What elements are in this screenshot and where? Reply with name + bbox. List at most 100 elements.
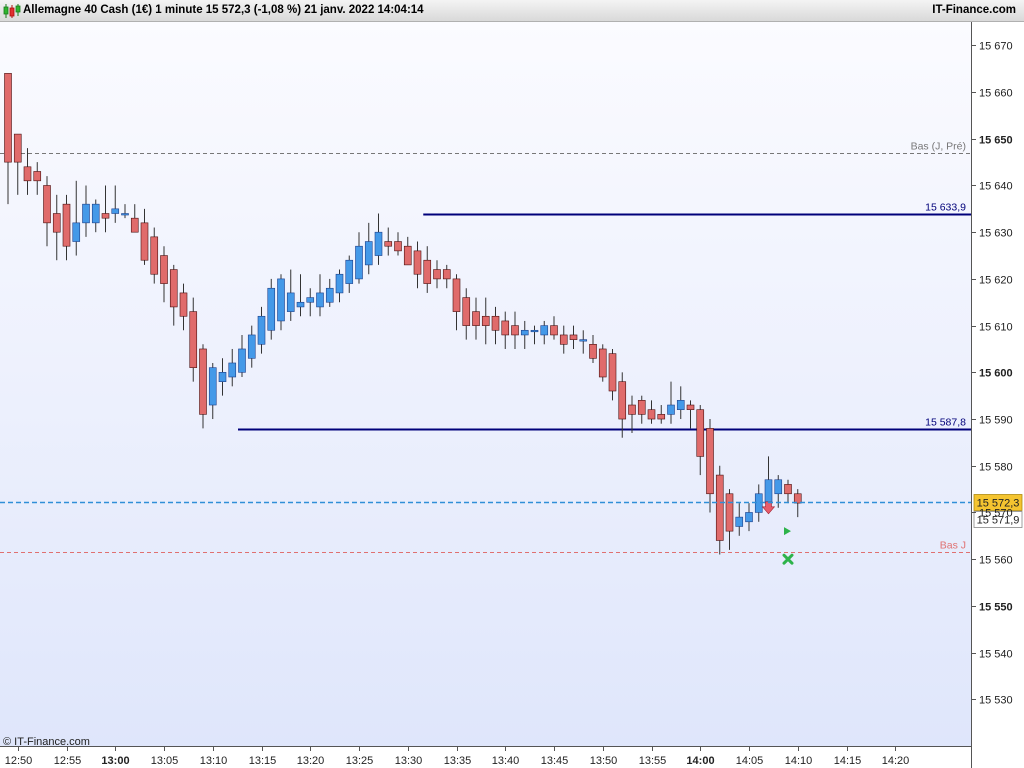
candle-body bbox=[442, 269, 451, 280]
candle-body bbox=[208, 367, 217, 406]
x-tick-label: 12:50 bbox=[5, 755, 33, 767]
x-tick-label: 13:40 bbox=[492, 755, 520, 767]
x-tick-label: 13:30 bbox=[395, 755, 423, 767]
candle-body bbox=[345, 259, 354, 284]
x-tick-label: 13:15 bbox=[249, 755, 277, 767]
candle-body bbox=[169, 269, 178, 308]
candle-body bbox=[325, 287, 334, 303]
candle-body bbox=[140, 222, 149, 261]
x-tick-label: 13:55 bbox=[639, 755, 667, 767]
candle-body bbox=[550, 325, 558, 336]
candle-body bbox=[189, 311, 198, 368]
candle-body bbox=[286, 292, 295, 312]
candle-body bbox=[72, 222, 81, 242]
candle-body bbox=[628, 404, 636, 415]
candle-body bbox=[82, 203, 90, 224]
y-tick-label: 15 580 bbox=[979, 462, 1013, 474]
x-tick-label: 14:00 bbox=[686, 755, 714, 767]
candle-body bbox=[598, 348, 607, 378]
day-low-label: Bas J bbox=[940, 540, 966, 552]
y-tick-label: 15 600 bbox=[979, 368, 1013, 380]
time-axis-panel bbox=[0, 746, 971, 768]
x-tick-label: 13:05 bbox=[151, 755, 179, 767]
candle-body bbox=[130, 217, 139, 233]
candle-body bbox=[657, 414, 666, 420]
x-tick-label: 13:10 bbox=[200, 755, 228, 767]
brand-name: IT-Finance.com bbox=[932, 4, 1016, 16]
candle-body bbox=[413, 250, 422, 275]
candle-body bbox=[364, 241, 373, 266]
y-tick-label: 15 670 bbox=[979, 41, 1013, 53]
candle-body bbox=[481, 315, 490, 326]
candle-body bbox=[403, 245, 412, 266]
y-tick-label: 15 620 bbox=[979, 275, 1013, 287]
candle-body bbox=[676, 400, 685, 410]
candle-body bbox=[91, 203, 100, 224]
x-tick-label: 13:00 bbox=[101, 755, 129, 767]
candle-body bbox=[121, 213, 129, 216]
candle-body bbox=[540, 325, 549, 336]
candle-body bbox=[62, 203, 71, 247]
candle-body bbox=[559, 334, 568, 345]
candle-body bbox=[589, 343, 597, 359]
candle-body bbox=[686, 404, 695, 410]
candle-body bbox=[160, 255, 168, 284]
candle-body bbox=[462, 297, 471, 326]
candle-body bbox=[33, 171, 42, 182]
prev-day-low-label: Bas (J, Pré) bbox=[911, 141, 966, 153]
candle-body bbox=[637, 400, 646, 415]
candle-body bbox=[501, 320, 510, 336]
y-tick-label: 15 570 bbox=[979, 508, 1013, 520]
candle-body bbox=[433, 269, 441, 280]
x-tick-label: 13:35 bbox=[444, 755, 472, 767]
candle-body bbox=[238, 348, 246, 373]
x-tick-label: 12:55 bbox=[54, 755, 82, 767]
candle[interactable] bbox=[598, 344, 607, 382]
candle-body bbox=[491, 315, 500, 331]
candle-body bbox=[452, 278, 461, 312]
candle-body bbox=[150, 236, 159, 275]
y-tick-label: 15 660 bbox=[979, 88, 1013, 100]
y-tick-label: 15 630 bbox=[979, 228, 1013, 240]
title-bar: Allemagne 40 Cash (1€) 1 minute 15 572,3… bbox=[0, 0, 1024, 22]
y-tick-label: 15 590 bbox=[979, 415, 1013, 427]
candle-body bbox=[384, 241, 393, 247]
candlestick-chart-icon bbox=[3, 4, 21, 18]
y-tick-label: 15 530 bbox=[979, 695, 1013, 707]
support-label: 15 587,8 bbox=[925, 417, 966, 429]
candle-body bbox=[579, 339, 588, 342]
candle-body bbox=[647, 409, 656, 420]
x-tick-label: 14:10 bbox=[785, 755, 813, 767]
candle-body bbox=[784, 484, 792, 495]
candle-body bbox=[423, 259, 432, 284]
candle-body bbox=[101, 213, 110, 219]
candle-body bbox=[706, 428, 714, 495]
candle-body bbox=[218, 372, 227, 382]
x-tick-label: 14:05 bbox=[736, 755, 764, 767]
candlestick-chart[interactable]: Bas (J, Pré)15 633,915 587,8Bas J 15 572… bbox=[0, 22, 1024, 768]
y-tick-label: 15 550 bbox=[979, 602, 1013, 614]
y-tick-label: 15 640 bbox=[979, 181, 1013, 193]
candle-body bbox=[774, 479, 783, 495]
candle-body bbox=[696, 409, 705, 457]
candle-body bbox=[511, 325, 519, 336]
x-tick-label: 13:20 bbox=[297, 755, 325, 767]
candle-body bbox=[23, 166, 32, 182]
plot-background bbox=[0, 22, 971, 746]
candle-body bbox=[179, 292, 188, 317]
candle-body bbox=[335, 273, 344, 294]
candle-body bbox=[43, 185, 51, 224]
x-tick-label: 13:25 bbox=[346, 755, 374, 767]
candle-body bbox=[111, 208, 120, 214]
x-tick-label: 13:45 bbox=[541, 755, 569, 767]
x-tick-label: 13:50 bbox=[590, 755, 618, 767]
candle-body bbox=[745, 512, 753, 523]
candle-body bbox=[374, 231, 383, 256]
candle-body bbox=[355, 245, 363, 280]
candle-body bbox=[520, 329, 529, 336]
y-tick-label: 15 560 bbox=[979, 555, 1013, 567]
candle[interactable] bbox=[267, 278, 276, 340]
candle-body bbox=[306, 297, 315, 303]
candle-body bbox=[608, 353, 617, 392]
x-tick-label: 14:20 bbox=[882, 755, 910, 767]
